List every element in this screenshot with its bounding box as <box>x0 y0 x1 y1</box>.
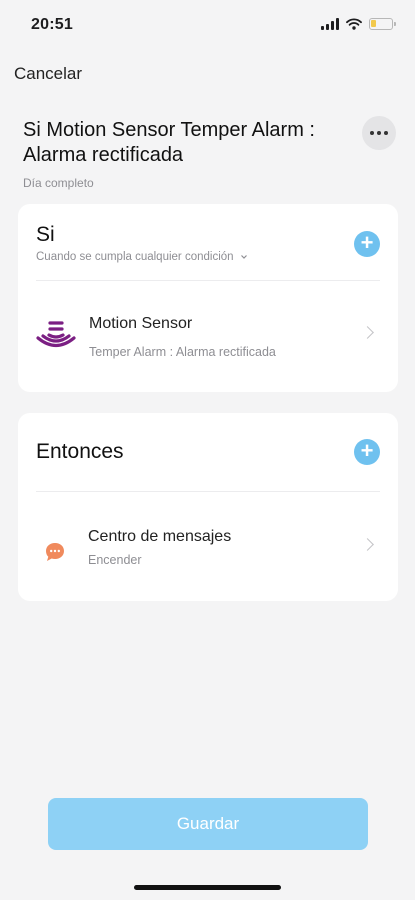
cancel-button[interactable]: Cancelar <box>14 64 82 84</box>
message-icon <box>46 543 64 561</box>
status-icons <box>321 18 396 30</box>
chevron-down-icon <box>240 255 247 259</box>
signal-icon <box>321 18 339 30</box>
condition-device-name: Motion Sensor <box>89 315 193 332</box>
if-section-title: Si <box>36 223 55 246</box>
status-bar: 20:51 <box>0 0 415 50</box>
more-horizontal-icon <box>370 131 374 135</box>
chevron-right-icon <box>361 538 374 551</box>
divider <box>36 280 380 281</box>
add-condition-button[interactable]: + <box>354 231 380 257</box>
action-row-message-center[interactable]: Centro de mensajes Encender <box>18 519 398 589</box>
plus-icon: + <box>360 230 374 255</box>
wifi-icon <box>346 18 362 30</box>
more-options-button[interactable] <box>362 116 396 150</box>
condition-detail: Temper Alarm : Alarma rectificada <box>89 345 276 359</box>
add-action-button[interactable]: + <box>354 439 380 465</box>
action-detail: Encender <box>88 553 142 567</box>
condition-selector[interactable]: Cuando se cumpla cualquier condición <box>36 251 248 263</box>
action-name: Centro de mensajes <box>88 528 232 545</box>
then-card: Entonces + Centro de mensajes Encender <box>18 413 398 601</box>
motion-sensor-icon <box>36 321 76 348</box>
automation-title[interactable]: Si Motion Sensor Temper Alarm : Alarma r… <box>23 118 323 168</box>
chevron-right-icon <box>361 326 374 339</box>
plus-icon: + <box>360 438 374 463</box>
save-button[interactable]: Guardar <box>48 798 368 850</box>
automation-edit-screen: 20:51 Cancelar Si Motion Sensor Temper A… <box>0 0 415 900</box>
condition-selector-label: Cuando se cumpla cualquier condición <box>36 251 234 263</box>
divider <box>36 491 380 492</box>
condition-row-motion-sensor[interactable]: Motion Sensor Temper Alarm : Alarma rect… <box>18 304 398 374</box>
if-card: Si Cuando se cumpla cualquier condición … <box>18 204 398 392</box>
status-time: 20:51 <box>31 16 73 33</box>
home-indicator[interactable] <box>134 885 281 890</box>
schedule-label[interactable]: Día completo <box>23 176 94 190</box>
then-section-title: Entonces <box>36 440 124 463</box>
battery-icon <box>369 18 396 30</box>
